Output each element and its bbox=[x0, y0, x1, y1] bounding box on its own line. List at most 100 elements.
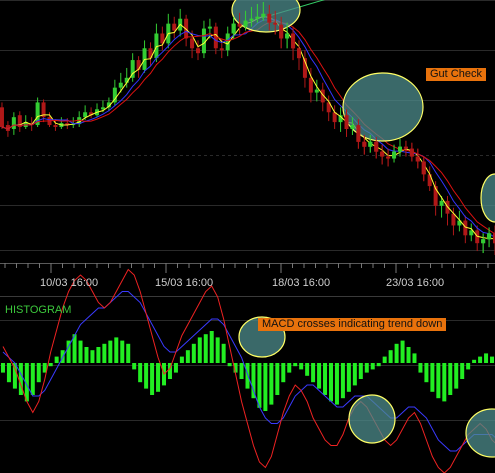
candle-body bbox=[415, 156, 420, 162]
histogram-bar bbox=[472, 359, 477, 363]
chart-root: 10/03 16:00 15/03 16:00 18/03 16:00 23/0… bbox=[0, 0, 495, 473]
histogram-bar bbox=[150, 363, 155, 395]
histogram-bar bbox=[442, 363, 447, 402]
histogram-bar bbox=[328, 363, 333, 402]
histogram-bar bbox=[311, 363, 316, 383]
histogram-bar bbox=[376, 363, 381, 367]
x-tick-label-3: 23/03 16:00 bbox=[386, 277, 445, 289]
histogram-bar bbox=[227, 363, 232, 367]
candle-body bbox=[53, 125, 58, 128]
histogram-bar bbox=[144, 363, 149, 389]
histogram-bar bbox=[102, 343, 107, 363]
histogram-bar bbox=[215, 337, 220, 363]
candle-body bbox=[11, 117, 16, 129]
candle-body bbox=[392, 151, 397, 159]
histogram-bar bbox=[334, 363, 339, 405]
histogram-bar bbox=[424, 363, 429, 383]
histogram-bar bbox=[299, 363, 304, 370]
histogram-bar bbox=[6, 363, 11, 383]
histogram-bar bbox=[454, 363, 459, 389]
mid-ma-line bbox=[1, 19, 495, 238]
histogram-bar bbox=[400, 340, 405, 363]
histogram-bar bbox=[239, 363, 244, 379]
histogram-bar bbox=[490, 356, 495, 363]
histogram-bar bbox=[436, 363, 441, 399]
histogram-bar bbox=[370, 363, 375, 370]
candle-body bbox=[427, 174, 432, 187]
histogram-bar bbox=[293, 363, 298, 367]
histogram-bar bbox=[358, 363, 363, 379]
candle-body bbox=[380, 151, 385, 157]
histogram-panel bbox=[0, 268, 495, 473]
histogram-bar bbox=[281, 363, 286, 383]
histogram-bar bbox=[364, 363, 369, 373]
candle-body bbox=[118, 82, 123, 88]
histogram-bar bbox=[430, 363, 435, 392]
histogram-bar bbox=[138, 363, 143, 383]
candle-body bbox=[350, 125, 355, 129]
candle-body bbox=[356, 125, 361, 142]
x-tick-label-0: 10/03 16:00 bbox=[40, 277, 99, 289]
histogram-bar bbox=[209, 331, 214, 363]
candle-body bbox=[83, 112, 88, 118]
histogram-bar bbox=[0, 363, 5, 373]
candle-body bbox=[397, 146, 402, 152]
histogram-bar bbox=[346, 363, 351, 392]
histogram-bar bbox=[126, 343, 131, 363]
candle-body bbox=[172, 23, 177, 31]
histogram-bar bbox=[269, 363, 274, 405]
histogram-bar bbox=[54, 356, 59, 363]
histogram-bar bbox=[263, 363, 268, 411]
candle-body bbox=[308, 77, 313, 93]
annotation-gut-check: Gut Check bbox=[426, 68, 486, 81]
highlight-circle-2 bbox=[480, 173, 495, 223]
histogram-bar bbox=[48, 363, 53, 367]
highlight-circle-1 bbox=[342, 72, 424, 142]
histogram-bar bbox=[406, 347, 411, 363]
candle-body bbox=[279, 24, 284, 39]
candle-body bbox=[374, 141, 379, 152]
histogram-bar bbox=[412, 353, 417, 363]
candle-body bbox=[314, 89, 319, 93]
histogram-bar bbox=[221, 343, 226, 363]
candle-body bbox=[267, 13, 272, 23]
candle-body bbox=[344, 115, 349, 129]
histogram-bar bbox=[394, 343, 399, 363]
histogram-bar bbox=[340, 363, 345, 399]
candle-body bbox=[362, 141, 367, 147]
histogram-bar bbox=[78, 340, 83, 363]
candle-body bbox=[243, 20, 248, 27]
histogram-bar bbox=[185, 350, 190, 363]
candle-body bbox=[421, 161, 426, 175]
histogram-bar bbox=[478, 356, 483, 363]
histogram-bar bbox=[30, 363, 35, 395]
histogram-title: HISTOGRAM bbox=[5, 304, 72, 316]
candle-body bbox=[368, 141, 373, 147]
candle-body bbox=[261, 13, 266, 17]
histogram-bar bbox=[245, 363, 250, 389]
histogram-bar bbox=[90, 350, 95, 363]
histogram-bar bbox=[275, 363, 280, 395]
histogram-bar bbox=[484, 353, 489, 363]
candle-body bbox=[273, 22, 278, 25]
hist-highlight-circle-1 bbox=[348, 394, 396, 444]
candle-body bbox=[0, 107, 4, 128]
candle-body bbox=[219, 48, 224, 51]
candle-body bbox=[409, 148, 414, 157]
histogram-bar bbox=[36, 363, 41, 383]
annotation-macd-cross: MACD crosses indicating trend down bbox=[258, 318, 447, 331]
candle-body bbox=[196, 48, 201, 54]
histogram-bar bbox=[317, 363, 322, 389]
candle-body bbox=[231, 23, 236, 34]
histogram-bar bbox=[323, 363, 328, 395]
histogram-bar bbox=[287, 363, 292, 373]
price-chart bbox=[0, 0, 495, 255]
histogram-bar bbox=[382, 356, 387, 363]
candle-body bbox=[255, 16, 260, 19]
candle-body bbox=[403, 146, 408, 149]
histogram-bar bbox=[257, 363, 262, 408]
time-axis bbox=[0, 263, 495, 273]
candle-body bbox=[285, 33, 290, 39]
x-tick-label-2: 18/03 16:00 bbox=[272, 277, 331, 289]
histogram-bar bbox=[179, 356, 184, 363]
